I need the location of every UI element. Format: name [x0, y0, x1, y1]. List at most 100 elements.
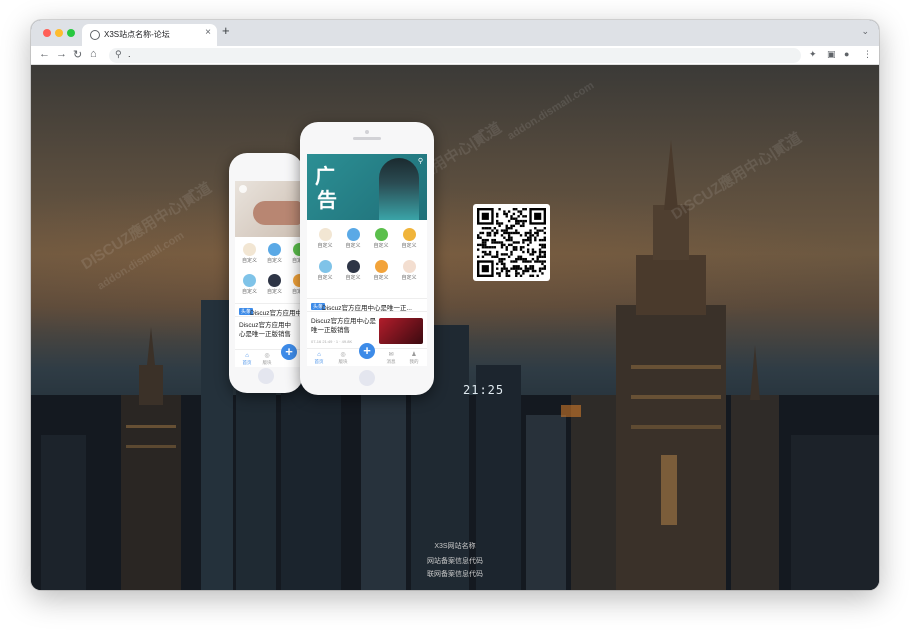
post-plus-button[interactable]: +: [359, 343, 375, 359]
message-icon: ✉: [388, 352, 394, 358]
forum-icon: ◎: [340, 352, 346, 358]
phone-mockup-back: 自定义自定义自定义自定义自定义自定义 头条 Discuz官方应用中心 Discu…: [229, 153, 303, 393]
favicon-icon: [90, 30, 100, 40]
phone-camera: [365, 130, 369, 134]
nav-label: 消息: [386, 359, 396, 364]
tab-close-icon[interactable]: ×: [205, 27, 211, 38]
shortcut-item[interactable]: 自定义: [367, 258, 395, 286]
forward-button[interactable]: →: [56, 48, 67, 60]
shortcut-icon: [268, 274, 281, 287]
nav-label: 版块: [338, 359, 348, 364]
billboard-clock: 21:25: [463, 383, 505, 397]
phone-screen: 广 告 ⚲ 自定义 自定义 自定义 自定义 自定义 自定义 自定义 自定义 头条 Discuz…: [307, 154, 427, 366]
nav-messages[interactable]: ✉ 消息: [381, 352, 401, 365]
qr-code-image: [477, 208, 546, 277]
footer-police-link[interactable]: 联网备案信息代码: [31, 569, 879, 579]
shortcut-item[interactable]: 自定义: [237, 241, 262, 269]
footer-icp-link[interactable]: 网站备案信息代码: [31, 556, 879, 566]
browser-toolbar: ← → ↻ ⌂ ⚲ . ✦ ▣ ● ⋮: [31, 46, 879, 65]
bottom-nav: ⌂ 首页 ◎ 版块 + ✉ 消息 ♟ 我的: [307, 343, 427, 366]
shortcut-item[interactable]: 自定义: [367, 226, 395, 254]
shortcut-item[interactable]: 自定义: [339, 226, 367, 254]
shortcut-icon: [374, 260, 388, 273]
tab-bar: X3S站点名称-论坛 × + ⌄: [31, 20, 879, 46]
shortcut-grid: 自定义自定义自定义自定义自定义自定义: [237, 241, 303, 300]
shortcut-icon: [318, 260, 332, 273]
shortcut-label: 自定义: [241, 289, 257, 295]
post-plus-button[interactable]: +: [281, 344, 297, 360]
shortcut-icon: [374, 228, 388, 241]
nav-label: 版块: [262, 360, 272, 365]
reload-button[interactable]: ↻: [73, 48, 82, 61]
home-icon: ⌂: [317, 352, 321, 358]
page-viewport: 21:25 DISCUZ應用中心|貳道 DISCUZ應用中心|貳道 DISCUZ…: [31, 65, 879, 590]
menu-icon[interactable]: ⋮: [863, 49, 872, 60]
tab-title: X3S站点名称-论坛: [104, 30, 170, 39]
shortcut-label: 自定义: [241, 258, 257, 264]
shortcut-item[interactable]: 自定义: [339, 258, 367, 286]
news-headline-row[interactable]: 头条 Discuz官方应用中心: [235, 303, 303, 317]
shortcut-item[interactable]: 自定义: [395, 258, 423, 286]
headline-text: Discuz官方应用中心: [250, 310, 303, 317]
tab-search-icon[interactable]: ⌄: [861, 26, 869, 37]
shortcut-label: 自定义: [373, 243, 389, 249]
shortcut-item[interactable]: 自定义: [311, 258, 339, 286]
shortcut-icon: [318, 228, 332, 241]
user-icon: ♟: [411, 352, 417, 358]
shortcut-icon: [243, 243, 256, 256]
shortcut-label: 自定义: [317, 275, 333, 281]
nav-forum[interactable]: ◎ 版块: [333, 352, 353, 365]
home-icon: ⌂: [245, 353, 249, 359]
phone-speaker: [353, 137, 381, 140]
profile-icon[interactable]: ●: [844, 49, 849, 59]
close-window-button[interactable]: [43, 29, 51, 37]
new-tab-button[interactable]: +: [222, 23, 230, 38]
article-meta: 07-16 21:49 · 1 · 49.8K: [311, 339, 353, 344]
shortcut-item[interactable]: 自定义: [395, 226, 423, 254]
footer-site-name[interactable]: X3S网站名称: [31, 541, 879, 551]
shortcut-label: 自定义: [373, 275, 389, 281]
forum-icon: ◎: [264, 353, 270, 359]
banner-char: 告: [317, 188, 337, 212]
nav-label: 我的: [409, 359, 419, 364]
minimize-window-button[interactable]: [55, 29, 63, 37]
side-panel-icon[interactable]: ▣: [827, 49, 836, 60]
nav-forum[interactable]: ◎ 版块: [257, 353, 277, 366]
qr-code: [473, 204, 550, 281]
nav-profile[interactable]: ♟ 我的: [404, 352, 424, 365]
news-headline-row[interactable]: 头条 Discuz官方应用中心是唯一正...: [307, 298, 427, 312]
shortcut-label: 自定义: [401, 243, 417, 249]
shortcut-grid: 自定义 自定义 自定义 自定义 自定义 自定义 自定义 自定义: [311, 226, 423, 286]
phone-mockup-front: 广 告 ⚲ 自定义 自定义 自定义 自定义 自定义 自定义 自定义 自定义 头条 Discuz…: [300, 122, 434, 395]
phone-home-button: [258, 368, 274, 384]
home-button[interactable]: ⌂: [90, 48, 97, 60]
shortcut-item[interactable]: 自定义: [262, 241, 287, 269]
shortcut-icon: [402, 228, 416, 241]
shortcut-item[interactable]: 自定义: [311, 226, 339, 254]
back-button[interactable]: ←: [39, 48, 50, 60]
shortcut-label: 自定义: [266, 258, 282, 264]
address-bar[interactable]: ⚲ .: [109, 48, 801, 63]
shortcut-label: 自定义: [266, 289, 282, 295]
shortcut-item[interactable]: 自定义: [237, 272, 262, 300]
extensions-icon[interactable]: ✦: [809, 49, 817, 60]
ad-banner[interactable]: 广 告 ⚲: [307, 154, 427, 220]
headline-text: Discuz官方应用中心是唯一正...: [322, 305, 412, 312]
phone-home-button: [359, 370, 375, 386]
browser-window: X3S站点名称-论坛 × + ⌄ ← → ↻ ⌂ ⚲ . ✦ ▣ ● ⋮ 21:…: [31, 20, 879, 590]
nav-home[interactable]: ⌂ 首页: [309, 352, 329, 365]
shortcut-item[interactable]: 自定义: [262, 272, 287, 300]
shortcut-icon: [346, 260, 360, 273]
nav-home[interactable]: ⌂ 首页: [237, 353, 257, 366]
bottom-nav: ⌂ 首页 ◎ 版块 +: [235, 344, 303, 367]
sneaker-banner: [235, 181, 303, 237]
shortcut-icon: [243, 274, 256, 287]
maximize-window-button[interactable]: [67, 29, 75, 37]
phone-screen: 自定义自定义自定义自定义自定义自定义 头条 Discuz官方应用中心 Discu…: [235, 181, 303, 367]
shortcut-label: 自定义: [401, 275, 417, 281]
article-title: Discuz官方应用中心是唯一正版销售: [311, 318, 377, 334]
active-tab[interactable]: X3S站点名称-论坛 ×: [82, 24, 217, 46]
search-icon[interactable]: ⚲: [418, 157, 423, 165]
url-text[interactable]: .: [128, 49, 131, 59]
shortcut-label: 自定义: [345, 243, 361, 249]
